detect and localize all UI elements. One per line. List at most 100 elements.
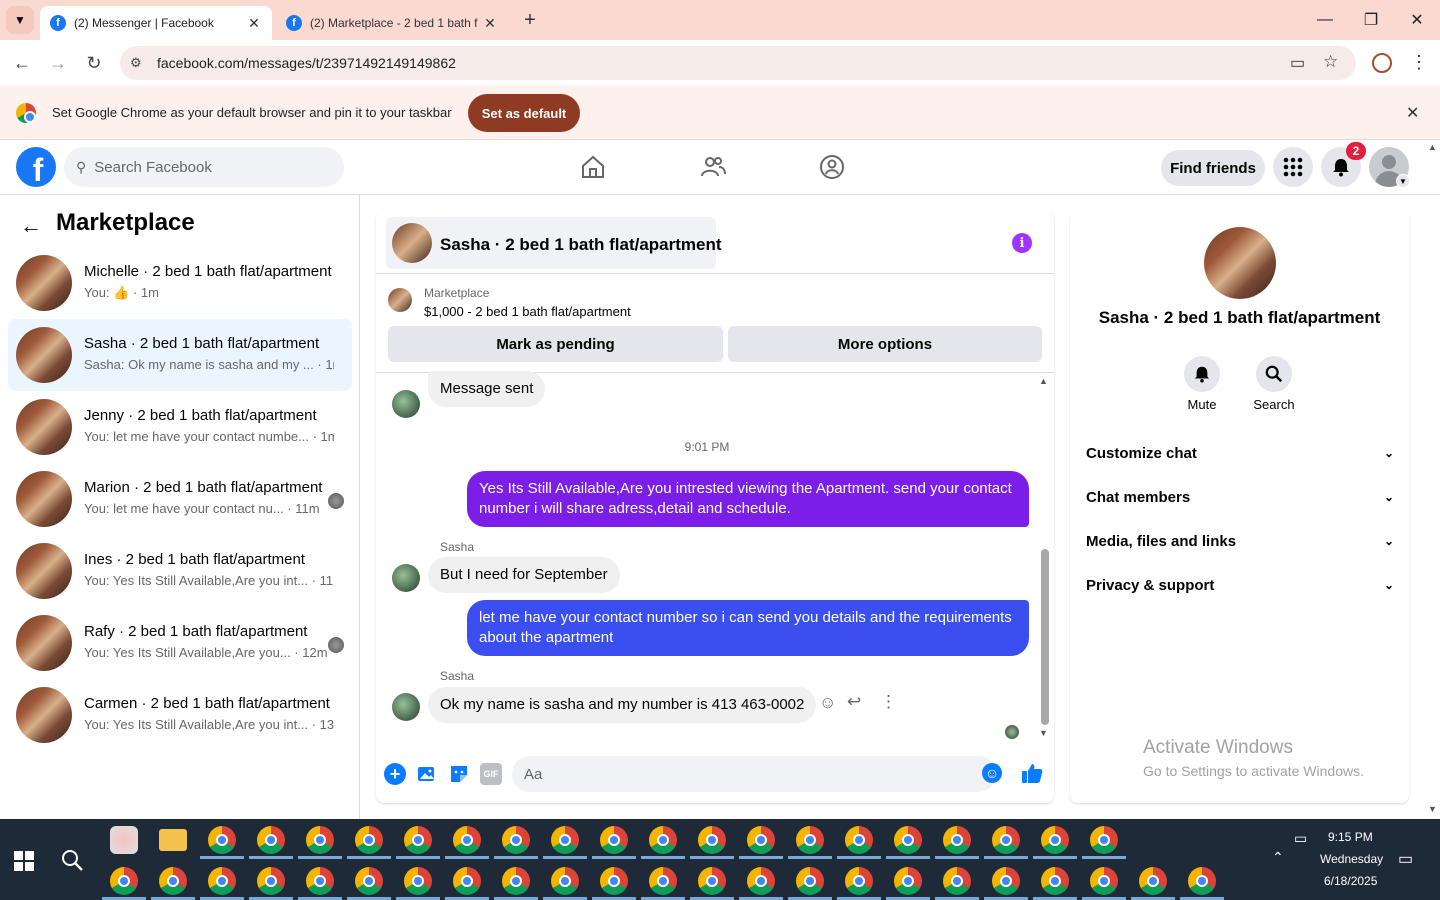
page-scroll-up-arrow[interactable]: ▲ — [1428, 142, 1437, 152]
chrome-taskbar-icon[interactable] — [502, 826, 530, 854]
profile-icon[interactable] — [1372, 53, 1392, 73]
browser-tab-messenger[interactable]: f (2) Messenger | Facebook ✕ — [40, 6, 272, 40]
chrome-taskbar-icon[interactable] — [698, 867, 726, 895]
close-window-button[interactable]: ✕ — [1394, 0, 1440, 40]
privacy-support-section[interactable]: Privacy & support ⌄ — [1086, 565, 1394, 605]
add-attachment-icon[interactable]: + — [384, 763, 406, 785]
mute-button[interactable] — [1184, 356, 1220, 392]
file-explorer-taskbar-icon[interactable] — [159, 829, 187, 851]
close-infobar-icon[interactable]: ✕ — [1406, 103, 1419, 123]
chrome-taskbar-icon[interactable] — [551, 867, 579, 895]
chrome-taskbar-icon[interactable] — [992, 867, 1020, 895]
reply-icon[interactable]: ↩ — [847, 692, 861, 712]
gif-icon[interactable]: GIF — [480, 763, 502, 785]
message-bubble-outgoing[interactable]: Yes Its Still Available,Are you intreste… — [467, 471, 1029, 527]
minimize-button[interactable]: — — [1302, 0, 1348, 40]
chrome-taskbar-icon[interactable] — [355, 826, 383, 854]
clock-time[interactable]: 9:15 PM — [1328, 830, 1373, 844]
chrome-taskbar-icon[interactable] — [453, 826, 481, 854]
paint-taskbar-icon[interactable] — [110, 826, 138, 854]
chrome-taskbar-icon[interactable] — [649, 867, 677, 895]
chrome-menu-icon[interactable]: ⋮ — [1410, 52, 1428, 72]
chrome-taskbar-icon[interactable] — [208, 826, 236, 854]
chrome-taskbar-icon[interactable] — [1139, 867, 1167, 895]
chrome-taskbar-icon[interactable] — [600, 867, 628, 895]
chrome-taskbar-icon[interactable] — [502, 867, 530, 895]
conversation-item[interactable]: Jenny · 2 bed 1 bath flat/apartment You: … — [8, 391, 352, 463]
maximize-button[interactable]: ❐ — [1348, 0, 1394, 40]
chrome-taskbar-icon[interactable] — [1041, 826, 1069, 854]
listing-thumbnail[interactable] — [388, 288, 412, 312]
chrome-taskbar-icon[interactable] — [306, 867, 334, 895]
message-bubble-incoming[interactable]: Ok my name is sasha and my number is 413… — [428, 687, 817, 723]
info-icon[interactable]: i — [1012, 233, 1032, 253]
taskbar-search-icon[interactable] — [60, 848, 84, 872]
show-hidden-icons-chevron[interactable]: ⌃ — [1272, 849, 1284, 866]
chrome-taskbar-icon[interactable] — [355, 867, 383, 895]
chrome-taskbar-icon[interactable] — [404, 826, 432, 854]
chrome-taskbar-icon[interactable] — [992, 826, 1020, 854]
bookmark-star-icon[interactable]: ☆ — [1323, 52, 1338, 72]
windows-start-icon[interactable] — [14, 851, 34, 871]
friends-icon[interactable] — [700, 154, 726, 180]
chrome-taskbar-icon[interactable] — [747, 826, 775, 854]
message-input[interactable]: Aa — [512, 756, 996, 792]
notification-center-icon[interactable]: ▭ — [1398, 849, 1413, 869]
sticker-icon[interactable] — [448, 763, 470, 785]
like-thumbs-up-icon[interactable] — [1020, 761, 1044, 785]
chrome-taskbar-icon[interactable] — [943, 826, 971, 854]
chrome-taskbar-icon[interactable] — [404, 867, 432, 895]
facebook-search-input[interactable]: ⚲ Search Facebook — [64, 147, 344, 187]
network-icon[interactable]: ▭ — [1294, 830, 1307, 847]
conversation-item[interactable]: Ines · 2 bed 1 bath flat/apartment You: Y… — [8, 535, 352, 607]
chrome-taskbar-icon[interactable] — [1188, 867, 1216, 895]
conversation-item[interactable]: Sasha · 2 bed 1 bath flat/apartment Sasha… — [8, 319, 352, 391]
chrome-taskbar-icon[interactable] — [600, 826, 628, 854]
new-tab-button[interactable]: + — [518, 8, 542, 32]
search-in-conversation-button[interactable] — [1256, 356, 1292, 392]
close-tab-icon[interactable]: ✕ — [482, 15, 498, 32]
menu-button[interactable] — [1273, 147, 1313, 187]
tab-search-button[interactable]: ▼ — [6, 6, 34, 34]
groups-icon[interactable] — [819, 154, 845, 180]
conversation-item[interactable]: Michelle · 2 bed 1 bath flat/apartment Yo… — [8, 247, 352, 319]
more-actions-icon[interactable]: ⋮ — [880, 692, 897, 712]
close-tab-icon[interactable]: ✕ — [246, 15, 262, 32]
scroll-down-arrow[interactable]: ▼ — [1039, 728, 1048, 738]
chrome-taskbar-icon[interactable] — [796, 867, 824, 895]
scroll-up-arrow[interactable]: ▲ — [1039, 376, 1048, 386]
chrome-taskbar-icon[interactable] — [845, 867, 873, 895]
chrome-taskbar-icon[interactable] — [649, 826, 677, 854]
more-options-button[interactable]: More options — [728, 326, 1042, 362]
photo-icon[interactable] — [416, 763, 438, 785]
chrome-taskbar-icon[interactable] — [943, 867, 971, 895]
conversation-item[interactable]: Carmen · 2 bed 1 bath flat/apartment You:… — [8, 679, 352, 751]
chrome-taskbar-icon[interactable] — [796, 826, 824, 854]
chrome-taskbar-icon[interactable] — [257, 867, 285, 895]
find-friends-button[interactable]: Find friends — [1161, 150, 1265, 186]
chrome-taskbar-icon[interactable] — [1090, 826, 1118, 854]
back-arrow-icon[interactable]: ← — [20, 213, 42, 239]
chrome-taskbar-icon[interactable] — [110, 867, 138, 895]
listing-detail[interactable]: $1,000 - 2 bed 1 bath flat/apartment — [424, 304, 631, 319]
chrome-taskbar-icon[interactable] — [1041, 867, 1069, 895]
install-app-icon[interactable]: ▭ — [1290, 53, 1305, 73]
site-info-icon[interactable]: ⚙ — [130, 55, 142, 71]
message-bubble-incoming[interactable]: Message sent — [428, 371, 546, 407]
forward-button[interactable]: → — [44, 49, 72, 77]
address-bar[interactable]: ⚙ facebook.com/messages/t/23971492149149… — [120, 46, 1356, 80]
react-emoji-icon[interactable]: ☺ — [819, 693, 836, 713]
chrome-taskbar-icon[interactable] — [159, 867, 187, 895]
chrome-taskbar-icon[interactable] — [894, 867, 922, 895]
chrome-taskbar-icon[interactable] — [551, 826, 579, 854]
conversation-item[interactable]: Marion · 2 bed 1 bath flat/apartment You:… — [8, 463, 352, 535]
chrome-taskbar-icon[interactable] — [306, 826, 334, 854]
chat-header[interactable]: Sasha · 2 bed 1 bath flat/apartment — [386, 217, 722, 269]
message-bubble-incoming[interactable]: But I need for September — [428, 557, 620, 593]
page-scroll-down-arrow[interactable]: ▼ — [1428, 804, 1437, 814]
reload-button[interactable]: ↻ — [80, 49, 108, 77]
chrome-taskbar-icon[interactable] — [698, 826, 726, 854]
chrome-taskbar-icon[interactable] — [208, 867, 236, 895]
clock-date[interactable]: 6/18/2025 — [1324, 874, 1377, 888]
chrome-taskbar-icon[interactable] — [747, 867, 775, 895]
